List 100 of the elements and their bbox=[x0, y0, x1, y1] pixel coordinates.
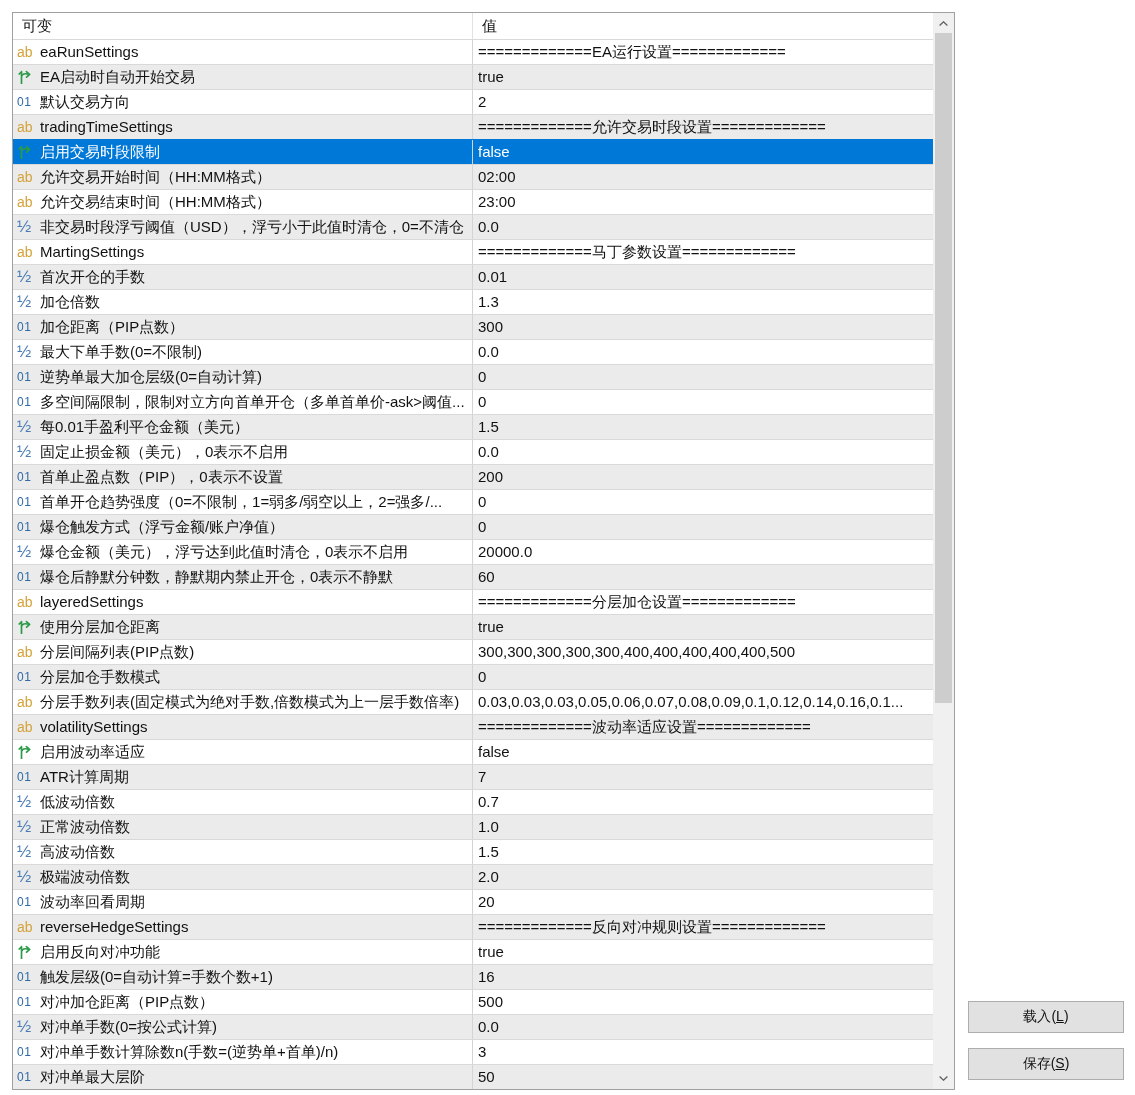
parameter-value[interactable]: =============反向对冲规则设置============= bbox=[478, 918, 826, 935]
parameter-value[interactable]: 50 bbox=[478, 1068, 495, 1085]
table-row[interactable]: 01 加仓距离（PIP点数） 300 bbox=[13, 314, 933, 339]
parameter-value[interactable]: 0 bbox=[478, 668, 487, 685]
parameter-value[interactable]: 1.3 bbox=[478, 293, 499, 310]
parameter-value[interactable]: 500 bbox=[478, 993, 504, 1010]
table-row[interactable]: 01 多空间隔限制，限制对立方向首单开仓（多单首单价-ask>阈值... 0 bbox=[13, 389, 933, 414]
parameter-value[interactable]: false bbox=[478, 743, 510, 760]
parameter-value[interactable]: 60 bbox=[478, 568, 495, 585]
parameter-value[interactable]: 0.7 bbox=[478, 793, 499, 810]
table-row[interactable]: ½ 对冲单手数(0=按公式计算) 0.0 bbox=[13, 1014, 933, 1039]
parameter-value[interactable]: 23:00 bbox=[478, 193, 516, 210]
table-row[interactable]: EA启动时自动开始交易 true bbox=[13, 64, 933, 89]
parameter-value[interactable]: 200 bbox=[478, 468, 504, 485]
parameter-value[interactable]: 0.03,0.03,0.03,0.05,0.06,0.07,0.08,0.09,0.1,0.12,0.14,0.16,0.1... bbox=[478, 693, 904, 710]
parameter-name: 爆仓后静默分钟数，静默期内禁止开仓，0表示不静默 bbox=[40, 567, 394, 587]
parameter-value[interactable]: =============波动率适应设置============= bbox=[478, 718, 811, 735]
table-row[interactable]: ½ 非交易时段浮亏阈值（USD），浮亏小于此值时清仓，0=不清仓 0.0 bbox=[13, 214, 933, 239]
table-row[interactable]: ab volatilitySettings =============波动率适应设置============= bbox=[13, 714, 933, 739]
chevron-down-icon[interactable] bbox=[939, 1076, 948, 1081]
parameter-value[interactable]: =============马丁参数设置============= bbox=[478, 243, 796, 260]
table-row[interactable]: 01 爆仓触发方式（浮亏金额/账户净值） 0 bbox=[13, 514, 933, 539]
parameter-value[interactable]: =============允许交易时段设置============= bbox=[478, 118, 826, 135]
parameter-value[interactable]: 1.0 bbox=[478, 818, 499, 835]
parameter-value[interactable]: true bbox=[478, 68, 504, 85]
table-row[interactable]: ab 允许交易开始时间（HH:MM格式） 02:00 bbox=[13, 164, 933, 189]
parameter-value[interactable]: 0.0 bbox=[478, 343, 499, 360]
parameter-value[interactable]: 20 bbox=[478, 893, 495, 910]
arrow-icon bbox=[18, 70, 32, 84]
parameter-value[interactable]: true bbox=[478, 618, 504, 635]
parameter-value[interactable]: 2 bbox=[478, 93, 487, 110]
scrollbar[interactable] bbox=[933, 13, 954, 1089]
table-row[interactable]: ½ 加仓倍数 1.3 bbox=[13, 289, 933, 314]
parameter-value[interactable]: true bbox=[478, 943, 504, 960]
decimal-type-icon: ½ bbox=[17, 419, 32, 435]
table-row[interactable]: ½ 低波动倍数 0.7 bbox=[13, 789, 933, 814]
parameter-value[interactable]: 3 bbox=[478, 1043, 487, 1060]
parameter-value[interactable]: 0 bbox=[478, 393, 487, 410]
parameter-value[interactable]: 02:00 bbox=[478, 168, 516, 185]
table-row[interactable]: ab reverseHedgeSettings =============反向对冲规则设置============= bbox=[13, 914, 933, 939]
table-row[interactable]: ½ 最大下单手数(0=不限制) 0.0 bbox=[13, 339, 933, 364]
table-row[interactable]: 01 分层加仓手数模式 0 bbox=[13, 664, 933, 689]
parameter-value[interactable]: =============EA运行设置============= bbox=[478, 43, 786, 60]
parameter-name: 正常波动倍数 bbox=[40, 817, 130, 837]
table-row[interactable]: 01 首单开仓趋势强度（0=不限制，1=弱多/弱空以上，2=强多/... 0 bbox=[13, 489, 933, 514]
table-row[interactable]: 01 触发层级(0=自动计算=手数个数+1) 16 bbox=[13, 964, 933, 989]
parameter-name: 触发层级(0=自动计算=手数个数+1) bbox=[40, 967, 273, 987]
parameter-value[interactable]: false bbox=[478, 143, 510, 160]
scroll-thumb[interactable] bbox=[935, 33, 952, 703]
table-row[interactable]: ab layeredSettings =============分层加仓设置============= bbox=[13, 589, 933, 614]
table-row[interactable]: 01 对冲单最大层阶 50 bbox=[13, 1064, 933, 1089]
table-row[interactable]: ab tradingTimeSettings =============允许交易时段设置============= bbox=[13, 114, 933, 139]
parameter-value[interactable]: 1.5 bbox=[478, 418, 499, 435]
string-type-icon: ab bbox=[17, 720, 33, 734]
table-row[interactable]: 01 逆势单最大加仓层级(0=自动计算) 0 bbox=[13, 364, 933, 389]
table-row[interactable]: 启用波动率适应 false bbox=[13, 739, 933, 764]
table-row[interactable]: ½ 每0.01手盈利平仓金额（美元） 1.5 bbox=[13, 414, 933, 439]
parameter-value[interactable]: 7 bbox=[478, 768, 487, 785]
table-row[interactable]: ab MartingSettings =============马丁参数设置============= bbox=[13, 239, 933, 264]
table-row[interactable]: 01 波动率回看周期 20 bbox=[13, 889, 933, 914]
load-button[interactable]: 载入(L) bbox=[968, 1001, 1124, 1033]
table-row[interactable]: 01 对冲加仓距离（PIP点数） 500 bbox=[13, 989, 933, 1014]
parameter-value[interactable]: 0 bbox=[478, 493, 487, 510]
parameter-value[interactable]: =============分层加仓设置============= bbox=[478, 593, 796, 610]
table-row[interactable]: 01 ATR计算周期 7 bbox=[13, 764, 933, 789]
table-row[interactable]: ½ 极端波动倍数 2.0 bbox=[13, 864, 933, 889]
table-row[interactable]: ab 允许交易结束时间（HH:MM格式） 23:00 bbox=[13, 189, 933, 214]
parameter-value[interactable]: 300,300,300,300,300,400,400,400,400,400,500 bbox=[478, 643, 795, 660]
table-row[interactable]: ½ 固定止损金额（美元），0表示不启用 0.0 bbox=[13, 439, 933, 464]
table-row[interactable]: ½ 首次开仓的手数 0.01 bbox=[13, 264, 933, 289]
integer-type-icon: 01 bbox=[17, 970, 32, 984]
parameter-value[interactable]: 1.5 bbox=[478, 843, 499, 860]
decimal-type-icon: ½ bbox=[17, 844, 32, 860]
table-row[interactable]: 使用分层加仓距离 true bbox=[13, 614, 933, 639]
table-row[interactable]: ½ 高波动倍数 1.5 bbox=[13, 839, 933, 864]
parameter-value[interactable]: 0.01 bbox=[478, 268, 508, 285]
parameter-value[interactable]: 0 bbox=[478, 368, 487, 385]
table-row[interactable]: 01 爆仓后静默分钟数，静默期内禁止开仓，0表示不静默 60 bbox=[13, 564, 933, 589]
table-row[interactable]: 01 默认交易方向 2 bbox=[13, 89, 933, 114]
parameter-value[interactable]: 0 bbox=[478, 518, 487, 535]
table-row[interactable]: 启用交易时段限制 false bbox=[13, 139, 933, 164]
table-row[interactable]: 01 对冲单手数计算除数n(手数=(逆势单+首单)/n) 3 bbox=[13, 1039, 933, 1064]
table-row[interactable]: ½ 爆仓金额（美元），浮亏达到此值时清仓，0表示不启用 20000.0 bbox=[13, 539, 933, 564]
table-row[interactable]: ab 分层手数列表(固定模式为绝对手数,倍数模式为上一层手数倍率) 0.03,0.03,0.03,0.05,0.06,0.07,0.08,0.09,0.1,0.12,0.14,0.16,0.1... bbox=[13, 689, 933, 714]
parameter-name: 爆仓触发方式（浮亏金额/账户净值） bbox=[40, 517, 285, 537]
parameter-value[interactable]: 0.0 bbox=[478, 1018, 499, 1035]
parameter-value[interactable]: 0.0 bbox=[478, 443, 499, 460]
table-row[interactable]: ab eaRunSettings =============EA运行设置============= bbox=[13, 39, 933, 64]
parameter-value[interactable]: 0.0 bbox=[478, 218, 499, 235]
parameter-value[interactable]: 2.0 bbox=[478, 868, 499, 885]
parameter-value[interactable]: 300 bbox=[478, 318, 504, 335]
parameter-value[interactable]: 16 bbox=[478, 968, 495, 985]
table-row[interactable]: 01 首单止盈点数（PIP），0表示不设置 200 bbox=[13, 464, 933, 489]
parameter-value[interactable]: 20000.0 bbox=[478, 543, 533, 560]
chevron-up-icon[interactable] bbox=[939, 21, 948, 26]
parameter-name: 波动率回看周期 bbox=[40, 892, 145, 912]
table-row[interactable]: ab 分层间隔列表(PIP点数) 300,300,300,300,300,400,400,400,400,400,500 bbox=[13, 639, 933, 664]
table-row[interactable]: ½ 正常波动倍数 1.0 bbox=[13, 814, 933, 839]
save-button[interactable]: 保存(S) bbox=[968, 1048, 1124, 1080]
table-row[interactable]: 启用反向对冲功能 true bbox=[13, 939, 933, 964]
